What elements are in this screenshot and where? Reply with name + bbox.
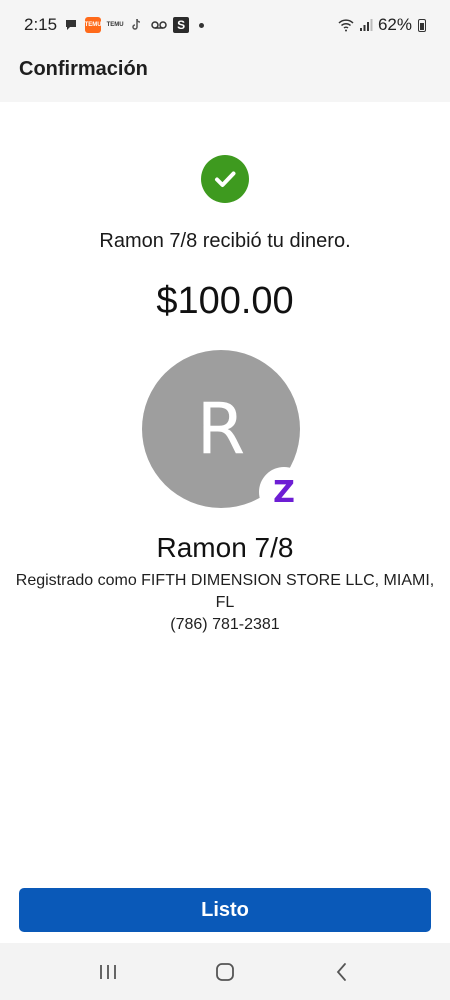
recipient-name: Ramon 7/8 [156, 532, 294, 563]
temu-icon: TEMU [106, 21, 124, 28]
battery-icon [418, 18, 426, 32]
app-header: Confirmación [0, 50, 450, 102]
transfer-amount: $100.00 [156, 280, 294, 322]
done-button[interactable]: Listo [19, 888, 431, 932]
temu-icon: TEMU [85, 17, 102, 33]
back-icon[interactable] [312, 952, 372, 992]
registered-as: Registrado como FIFTH DIMENSION STORE LL… [15, 572, 435, 611]
system-nav-bar [0, 943, 450, 1000]
tiktok-icon [129, 17, 145, 33]
zelle-icon: Z [259, 467, 309, 517]
recipient-phone: (786) 781-2381 [170, 616, 280, 633]
battery-percent: 62% [377, 15, 412, 34]
page-title: Confirmación [19, 58, 148, 80]
wifi-icon [338, 17, 354, 33]
avatar-initial: R [196, 388, 246, 470]
voicemail-icon [151, 17, 167, 33]
dot-icon [199, 22, 205, 28]
status-bar: 2:15 TEMU TEMU S 62% [0, 0, 450, 50]
signal-icon [358, 17, 374, 33]
status-right: 62% [338, 15, 426, 35]
status-left: 2:15 TEMU TEMU S [24, 15, 205, 35]
zelle-letter: Z [273, 474, 295, 510]
status-time: 2:15 [24, 15, 58, 34]
confirmation-message: Ramon 7/8 recibió tu dinero. [99, 230, 351, 252]
chat-bubble-icon [63, 17, 79, 33]
recent-apps-icon[interactable] [78, 952, 138, 992]
s-app-icon: S [173, 17, 190, 33]
checkmark-icon [201, 155, 249, 203]
home-icon[interactable] [195, 952, 255, 992]
